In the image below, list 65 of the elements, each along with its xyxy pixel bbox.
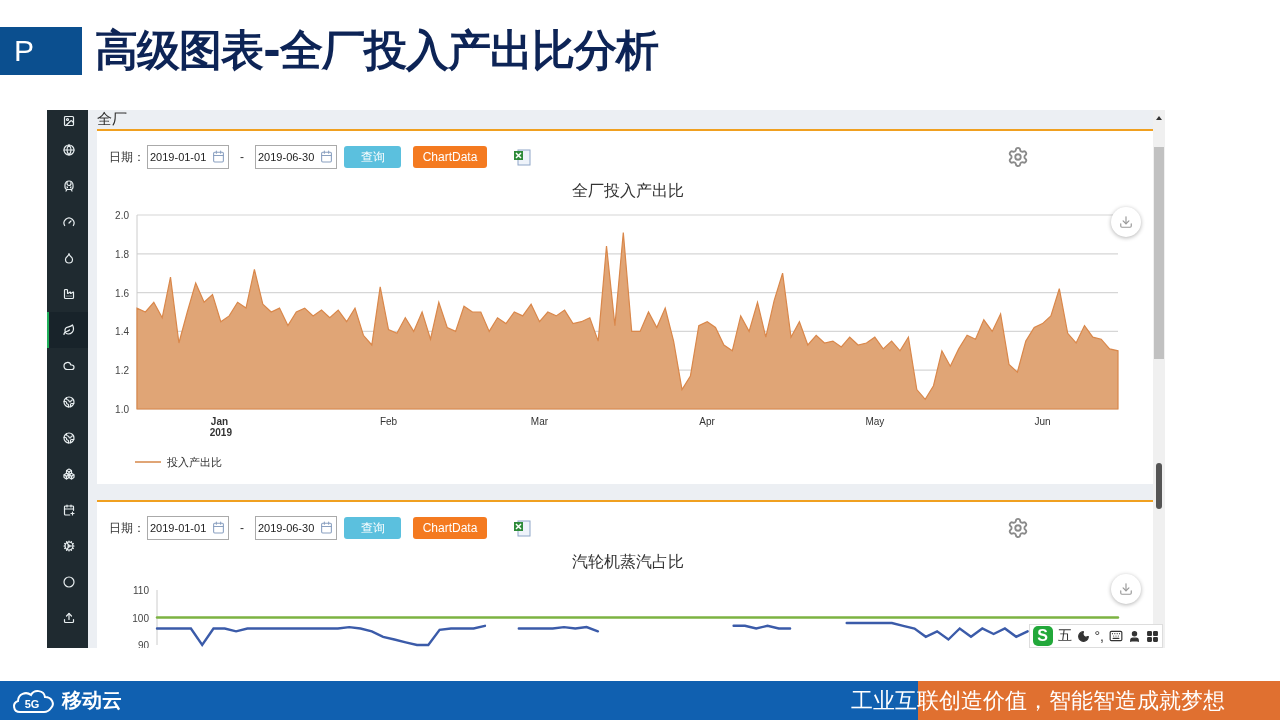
date-label: 日期： bbox=[109, 148, 145, 166]
calendar-icon[interactable] bbox=[320, 521, 333, 534]
logo-text: 移动云 bbox=[62, 688, 122, 713]
date-label: 日期： bbox=[109, 519, 145, 537]
ime-punctuation[interactable]: °, bbox=[1094, 628, 1104, 644]
date-field[interactable]: 2019-06-30 bbox=[255, 516, 337, 540]
moon-icon[interactable] bbox=[1076, 629, 1090, 643]
circle-icon bbox=[62, 576, 75, 588]
download-icon bbox=[1119, 215, 1133, 229]
y-tick-label: 1.0 bbox=[115, 404, 129, 415]
chart-title: 汽轮机蒸汽占比 bbox=[571, 552, 685, 572]
y-tick-label: 1.6 bbox=[115, 287, 129, 299]
date-separator: - bbox=[240, 150, 244, 164]
sidebar-item[interactable] bbox=[47, 312, 88, 348]
ime-mode[interactable]: 五 bbox=[1057, 627, 1072, 645]
x-tick-label: May bbox=[865, 416, 885, 427]
date-field[interactable]: 2019-01-01 bbox=[147, 516, 229, 540]
settings-icon[interactable] bbox=[1007, 517, 1029, 539]
x-tick-label: Feb bbox=[379, 416, 398, 427]
x-tick-label: Apr bbox=[699, 416, 715, 427]
globe-icon bbox=[62, 396, 75, 408]
legend-label: 投入产出比 bbox=[167, 456, 222, 468]
spreadsheet-icon[interactable] bbox=[513, 519, 531, 537]
scroll-up-icon[interactable] bbox=[1155, 114, 1163, 122]
gears-icon bbox=[62, 540, 75, 552]
date-separator: - bbox=[240, 521, 244, 535]
scrollbar-thumb[interactable] bbox=[1154, 147, 1164, 359]
train-icon bbox=[62, 180, 75, 192]
y-tick-label: 100 bbox=[132, 612, 149, 624]
settings-icon[interactable] bbox=[1007, 146, 1029, 168]
y-tick-label: 2.0 bbox=[115, 210, 129, 221]
breadcrumb: 全厂 bbox=[97, 110, 128, 129]
x-tick-label: Jan 2019 bbox=[209, 416, 232, 438]
spreadsheet-icon[interactable] bbox=[513, 148, 531, 166]
user-icon[interactable] bbox=[1128, 629, 1141, 643]
factory-icon bbox=[62, 288, 75, 300]
calendar-icon[interactable] bbox=[320, 150, 333, 163]
gauge-icon bbox=[62, 216, 75, 228]
grid-icon[interactable] bbox=[1146, 629, 1159, 643]
slide-title: 高级图表-全厂投入产出比分析 bbox=[95, 24, 658, 77]
y-tick-label: 1.2 bbox=[115, 365, 129, 377]
boxes-icon bbox=[62, 468, 75, 480]
x-tick-label: Mar bbox=[530, 416, 549, 427]
download-icon bbox=[1119, 582, 1133, 596]
x-tick-label: Jun bbox=[1034, 416, 1051, 427]
date-field[interactable]: 2019-06-30 bbox=[255, 145, 337, 169]
y-tick-label: 110 bbox=[133, 585, 149, 596]
leaf-icon bbox=[62, 324, 75, 336]
calendar-icon[interactable] bbox=[212, 150, 225, 163]
globe-icon bbox=[62, 432, 75, 444]
y-tick-label: 1.4 bbox=[115, 326, 129, 338]
y-tick-label: 1.8 bbox=[115, 248, 129, 260]
globe-icon bbox=[62, 144, 75, 156]
calendar-icon[interactable] bbox=[212, 521, 225, 534]
date-field[interactable]: 2019-01-01 bbox=[147, 145, 229, 169]
cloud-icon bbox=[62, 360, 75, 372]
droplet-icon bbox=[62, 252, 75, 264]
keyboard-icon[interactable] bbox=[1109, 629, 1123, 643]
image-icon bbox=[62, 115, 75, 127]
scrollbar-thumb[interactable] bbox=[1156, 463, 1162, 509]
upload-icon bbox=[62, 612, 75, 624]
slide-badge: P bbox=[0, 27, 82, 75]
calendar-icon bbox=[62, 504, 75, 516]
scrollbar[interactable] bbox=[1153, 110, 1165, 648]
chart-title: 全厂投入产出比 bbox=[571, 181, 685, 201]
